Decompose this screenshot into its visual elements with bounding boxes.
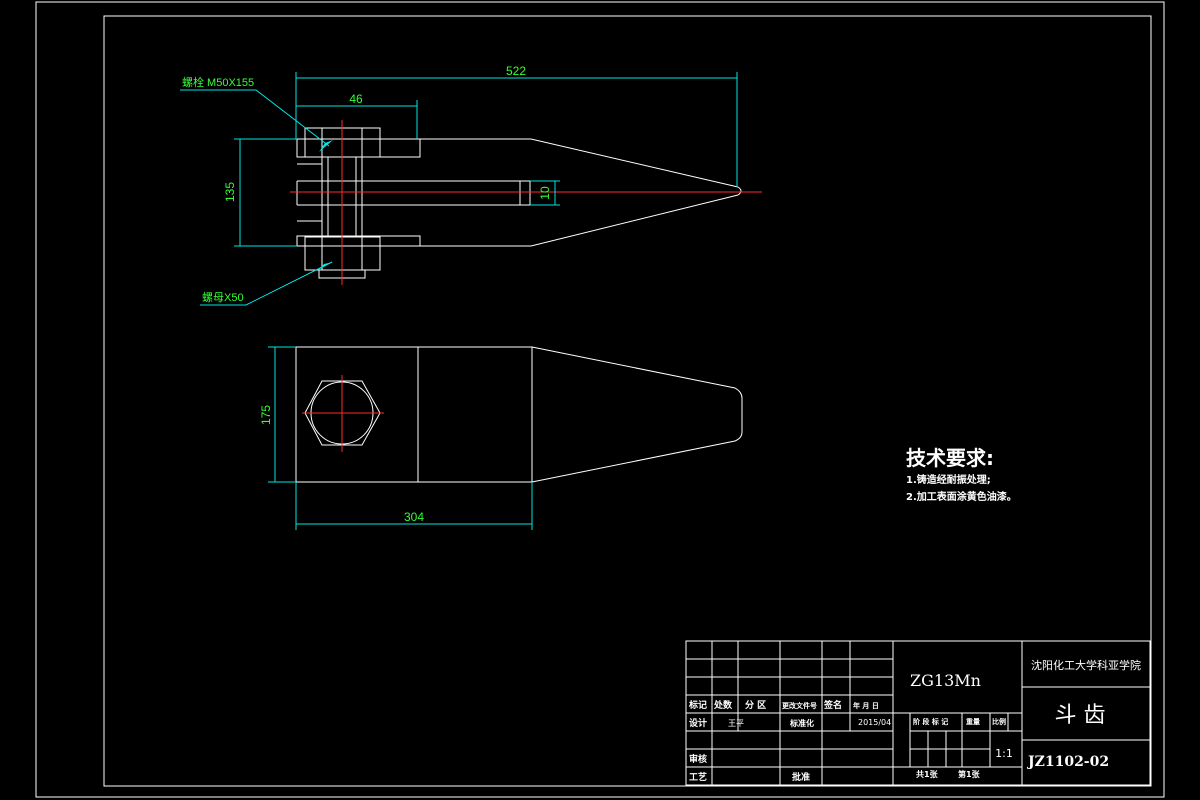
tb-stage: 阶 段 标 记 bbox=[913, 717, 948, 726]
tb-weight: 重量 bbox=[966, 717, 980, 726]
tb-material: ZG13Mn bbox=[910, 671, 981, 690]
nut-label: 螺母X50 bbox=[202, 291, 244, 304]
tb-count: 处数 bbox=[713, 699, 733, 711]
tb-design: 设计 bbox=[689, 717, 707, 729]
dim-175: 175 bbox=[259, 405, 273, 425]
dim-135: 135 bbox=[223, 182, 237, 202]
tb-designer: 王平 bbox=[728, 719, 744, 728]
tb-sign: 签名 bbox=[823, 699, 842, 711]
dim-10: 10 bbox=[538, 186, 552, 200]
dim-522: 522 bbox=[506, 64, 526, 78]
tb-school: 沈阳化工大学科亚学院 bbox=[1031, 658, 1141, 672]
tb-scale-label: 比例 bbox=[992, 717, 1006, 726]
front-view bbox=[290, 120, 762, 285]
tb-approve: 批准 bbox=[792, 771, 810, 783]
tb-drawing-no: JZ1102-02 bbox=[1026, 754, 1109, 770]
drawing-sheet: 522 46 135 10 螺栓 M50X155 螺母X50 175 304 技… bbox=[35, 1, 1165, 798]
inner-frame bbox=[103, 15, 1152, 787]
front-dimensions bbox=[234, 72, 738, 247]
tb-standard: 标准化 bbox=[789, 718, 814, 728]
tb-doc-no: 更改文件号 bbox=[782, 701, 817, 710]
bolt-leader bbox=[180, 89, 330, 147]
top-view bbox=[295, 346, 743, 483]
outer-border bbox=[35, 1, 1165, 798]
tb-mark: 标记 bbox=[688, 699, 707, 711]
tb-total: 共1张 bbox=[916, 769, 939, 779]
tech-req-item-1: 1.铸造经耐振处理; bbox=[906, 473, 991, 486]
dim-304: 304 bbox=[404, 510, 424, 524]
tb-sheet: 第1张 bbox=[958, 769, 981, 779]
top-dimensions bbox=[268, 346, 533, 530]
tb-part-name: 斗 齿 bbox=[1055, 703, 1106, 728]
tech-req-title: 技术要求: bbox=[906, 446, 994, 470]
tb-date: 年 月 日 bbox=[853, 701, 879, 710]
tb-design-date: 2015/04 bbox=[858, 718, 891, 727]
tech-req-item-2: 2.加工表面涂黄色油漆。 bbox=[906, 490, 1017, 503]
tb-process: 工艺 bbox=[689, 771, 707, 783]
tb-zone: 分 区 bbox=[745, 699, 766, 711]
tb-scale: 1:1 bbox=[995, 747, 1013, 760]
bolt-label: 螺栓 M50X155 bbox=[182, 75, 254, 89]
tb-review: 审核 bbox=[689, 753, 707, 765]
dim-46: 46 bbox=[349, 92, 363, 106]
